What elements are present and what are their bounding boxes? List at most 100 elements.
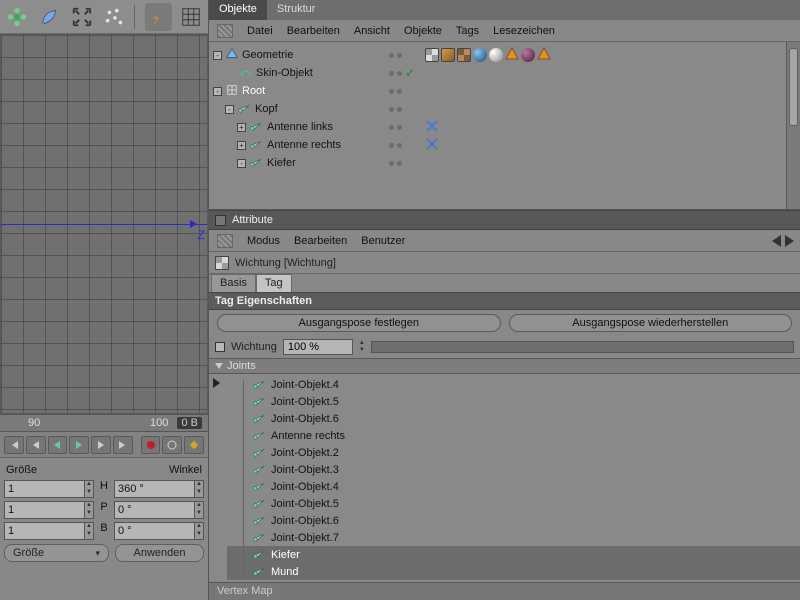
tool-arrows-out-icon[interactable] xyxy=(69,3,95,31)
visibility-dot[interactable] xyxy=(389,71,394,76)
attr-menu-edit[interactable]: Bearbeiten xyxy=(294,235,347,247)
play-back-button[interactable] xyxy=(48,436,68,454)
menu-edit[interactable]: Bearbeiten xyxy=(287,25,340,37)
expander-icon[interactable]: - xyxy=(225,105,234,114)
warning-icon[interactable] xyxy=(537,47,551,64)
autokey-button[interactable] xyxy=(162,436,182,454)
size-mode-combo[interactable]: Größe▾ xyxy=(4,544,109,562)
expand-icon[interactable] xyxy=(213,378,220,388)
expander-icon[interactable]: + xyxy=(237,141,246,150)
om-scrollbar[interactable] xyxy=(786,42,800,209)
menu-tags[interactable]: Tags xyxy=(456,25,479,37)
joint-item[interactable]: Joint-Objekt.4 xyxy=(227,376,800,393)
material-tag-icon[interactable] xyxy=(521,48,535,62)
weight-stepper[interactable]: ▲▼ xyxy=(359,340,365,354)
stepper[interactable]: ▲▼ xyxy=(195,501,204,519)
stepper[interactable]: ▲▼ xyxy=(85,480,94,498)
play-button[interactable] xyxy=(69,436,89,454)
tab-objects[interactable]: Objekte xyxy=(209,0,267,20)
visibility-dot[interactable] xyxy=(389,89,394,94)
visibility-dot[interactable] xyxy=(389,161,394,166)
goto-start-button[interactable] xyxy=(4,436,24,454)
check-icon[interactable]: ✓ xyxy=(405,66,415,80)
tree-item[interactable]: +Antenne rechts xyxy=(209,136,389,154)
tree-item[interactable]: -Kiefer xyxy=(209,154,389,172)
stepper[interactable]: ▲▼ xyxy=(195,522,204,540)
nav-back-icon[interactable] xyxy=(772,235,781,247)
joint-item[interactable]: Joint-Objekt.2 xyxy=(227,444,800,461)
render-dot[interactable] xyxy=(397,89,402,94)
weight-input[interactable] xyxy=(283,339,353,355)
weight-slider[interactable] xyxy=(371,341,794,353)
stepper[interactable]: ▲▼ xyxy=(85,522,94,540)
joint-item[interactable]: Joint-Objekt.3 xyxy=(227,461,800,478)
warning-icon[interactable] xyxy=(505,47,519,64)
grip-icon[interactable] xyxy=(217,234,233,248)
restore-bindpose-button[interactable]: Ausgangspose wiederherstellen xyxy=(509,314,793,332)
render-dot[interactable] xyxy=(397,107,402,112)
record-button[interactable] xyxy=(141,436,161,454)
constraint-tag-icon[interactable] xyxy=(425,137,439,154)
render-dot[interactable] xyxy=(397,71,402,76)
attr-menu-mode[interactable]: Modus xyxy=(247,235,280,247)
joint-item[interactable]: Antenne rechts xyxy=(227,427,800,444)
size-field-2[interactable] xyxy=(4,522,85,540)
weight-checkbox[interactable] xyxy=(215,342,225,352)
attr-menu-user[interactable]: Benutzer xyxy=(361,235,405,247)
tool-particles-icon[interactable] xyxy=(101,3,127,31)
joint-item[interactable]: Joint-Objekt.6 xyxy=(227,410,800,427)
visibility-dot[interactable] xyxy=(389,53,394,58)
step-back-button[interactable] xyxy=(26,436,46,454)
render-dot[interactable] xyxy=(397,53,402,58)
tool-flower-icon[interactable] xyxy=(4,3,30,31)
stepper[interactable]: ▲▼ xyxy=(85,501,94,519)
menu-file[interactable]: Datei xyxy=(247,25,273,37)
expander-icon[interactable]: - xyxy=(213,51,222,60)
angle-field-2[interactable] xyxy=(114,522,195,540)
weight-tag-icon[interactable] xyxy=(425,48,439,62)
render-dot[interactable] xyxy=(397,125,402,130)
nav-fwd-icon[interactable] xyxy=(785,235,794,247)
phong-tag-icon[interactable] xyxy=(441,48,455,62)
angle-field-1[interactable] xyxy=(114,501,195,519)
tree-item[interactable]: Skin-Objekt xyxy=(209,64,389,82)
joint-item[interactable]: Joint-Objekt.5 xyxy=(227,393,800,410)
render-dot[interactable] xyxy=(397,143,402,148)
size-field-1[interactable] xyxy=(4,501,85,519)
expander-icon[interactable]: + xyxy=(237,123,246,132)
joint-item[interactable]: Joint-Objekt.4 xyxy=(227,478,800,495)
visibility-dot[interactable] xyxy=(389,107,394,112)
constraint-tag-icon[interactable] xyxy=(425,119,439,136)
stepper[interactable]: ▲▼ xyxy=(195,480,204,498)
grip-icon[interactable] xyxy=(217,24,233,38)
tool-leaf-icon[interactable] xyxy=(36,3,62,31)
step-fwd-button[interactable] xyxy=(91,436,111,454)
joints-group-header[interactable]: Joints xyxy=(209,358,800,374)
joint-item[interactable]: Joint-Objekt.7 xyxy=(227,529,800,546)
viewport[interactable]: Z xyxy=(0,34,208,414)
tree-item[interactable]: -Geometrie xyxy=(209,46,389,64)
joint-item[interactable]: Kiefer xyxy=(227,546,800,563)
goto-end-button[interactable] xyxy=(113,436,133,454)
keyframe-button[interactable] xyxy=(184,436,204,454)
panel-menu-icon[interactable] xyxy=(215,215,226,226)
set-bindpose-button[interactable]: Ausgangspose festlegen xyxy=(217,314,501,332)
help-icon[interactable]: ? xyxy=(145,3,171,31)
visibility-dot[interactable] xyxy=(389,125,394,130)
menu-view[interactable]: Ansicht xyxy=(354,25,390,37)
tab-structure[interactable]: Struktur xyxy=(267,0,326,20)
expander-icon[interactable]: - xyxy=(213,87,222,96)
apply-button[interactable]: Anwenden xyxy=(115,544,204,562)
menu-bookmarks[interactable]: Lesezeichen xyxy=(493,25,555,37)
tree-item[interactable]: +Antenne links xyxy=(209,118,389,136)
tree-item[interactable]: -Kopf xyxy=(209,100,389,118)
render-dot[interactable] xyxy=(397,161,402,166)
joint-item[interactable]: Joint-Objekt.5 xyxy=(227,495,800,512)
material-tag-icon[interactable] xyxy=(489,48,503,62)
tool-grid-icon[interactable] xyxy=(178,3,204,31)
menu-objects[interactable]: Objekte xyxy=(404,25,442,37)
angle-field-0[interactable] xyxy=(114,480,195,498)
visibility-dot[interactable] xyxy=(389,143,394,148)
tree-item[interactable]: -Root xyxy=(209,82,389,100)
expander-icon[interactable]: - xyxy=(237,159,246,168)
